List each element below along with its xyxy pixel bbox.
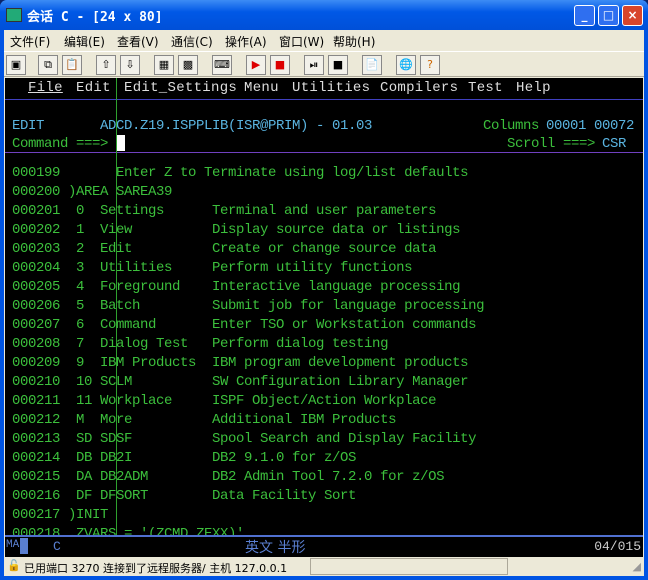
source-line[interactable]: 000206 5 Batch Submit job for language p… xyxy=(12,297,484,316)
source-line[interactable]: 000207 6 Command Enter TSO or Workstatio… xyxy=(12,316,476,335)
pause-macro-icon[interactable]: ■ xyxy=(328,55,348,75)
pd-menu[interactable]: Menu xyxy=(244,80,279,96)
menu-view[interactable]: 查看(V) xyxy=(117,33,159,50)
source-line[interactable]: 000210 10 SCLM SW Configuration Library … xyxy=(12,373,468,392)
source-line[interactable]: 000213 SD SDSF Spool Search and Display … xyxy=(12,430,476,449)
cursor-position: 04/015 xyxy=(594,539,641,554)
ime-status: 英文 半形 xyxy=(245,540,306,556)
connection-status: 已用端口 3270 连接到了远程服务器/ 主机 127.0.0.1 xyxy=(24,562,288,575)
source-line[interactable]: 000211 11 Workplace ISPF Object/Action W… xyxy=(12,392,436,411)
screen-settings-icon[interactable]: ▩ xyxy=(178,55,198,75)
source-line[interactable]: 000214 DB DB2I DB2 9.1.0 for z/OS xyxy=(12,449,356,468)
source-line[interactable]: 000209 9 IBM Products IBM program develo… xyxy=(12,354,468,373)
pd-utilities[interactable]: Utilities xyxy=(292,80,370,96)
globe-icon[interactable]: 🌐 xyxy=(396,55,416,75)
command-input[interactable] xyxy=(117,135,125,151)
menu-file[interactable]: 文件(F) xyxy=(10,33,50,50)
pd-edit-settings[interactable]: Edit_Settings xyxy=(124,80,237,96)
source-line[interactable]: 000199 Enter Z to Terminate using log/li… xyxy=(12,164,468,183)
menu-actions[interactable]: 操作(A) xyxy=(225,33,267,50)
display-icon[interactable]: ▣ xyxy=(6,55,26,75)
menu-bar: 文件(F) 编辑(E) 查看(V) 通信(C) 操作(A) 窗口(W) 帮助(H… xyxy=(4,30,644,50)
dataset-name: ADCD.Z19.ISPPLIB(ISR@PRIM) - 01.03 xyxy=(100,118,373,134)
receive-file-icon[interactable]: ⇩ xyxy=(120,55,140,75)
source-line[interactable]: 000203 2 Edit Create or change source da… xyxy=(12,240,436,259)
resize-grip[interactable]: ◢ xyxy=(633,560,641,573)
pd-help[interactable]: Help xyxy=(516,80,551,96)
columns-label: Columns xyxy=(483,118,540,134)
title-bar[interactable]: 会话 C - [24 x 80] _ □ × xyxy=(0,0,648,30)
oia-status: MA xyxy=(6,539,20,551)
edit-mode: EDIT xyxy=(12,118,45,134)
minimize-button[interactable]: _ xyxy=(574,5,595,26)
operator-info-area: MA C 英文 半形 04/015 xyxy=(5,535,643,557)
clipboard-icon[interactable]: 📄 xyxy=(362,55,382,75)
source-line[interactable]: 000205 4 Foreground Interactive language… xyxy=(12,278,460,297)
source-line[interactable]: 000212 M More Additional IBM Products xyxy=(12,411,396,430)
source-line[interactable]: 000208 7 Dialog Test Perform dialog test… xyxy=(12,335,388,354)
menu-window[interactable]: 窗口(W) xyxy=(279,33,324,50)
record-macro-icon[interactable]: ▶ xyxy=(246,55,266,75)
session-id: C xyxy=(53,539,61,554)
toolbar: ▣ ⧉ 📋 ⇧ ⇩ ▦ ▩ ⌨ ▶ ■ ⏯ ■ 📄 🌐 ? xyxy=(4,51,644,77)
pd-edit[interactable]: Edit xyxy=(76,80,111,96)
terminal-screen[interactable]: File Edit Edit_Settings Menu Utilities C… xyxy=(5,78,643,535)
menu-help[interactable]: 帮助(H) xyxy=(333,33,375,50)
source-line[interactable]: 000218 .ZVARS = '(ZCMD ZEXX)' xyxy=(12,525,244,535)
copy-icon[interactable]: ⧉ xyxy=(38,55,58,75)
status-pane xyxy=(310,558,508,575)
divider xyxy=(5,99,643,100)
source-line[interactable]: 000202 1 View Display source data or lis… xyxy=(12,221,460,240)
keyboard-icon[interactable]: ⌨ xyxy=(212,55,232,75)
source-line[interactable]: 000216 DF DFSORT Data Facility Sort xyxy=(12,487,356,506)
source-line[interactable]: 000204 3 Utilities Perform utility funct… xyxy=(12,259,412,278)
pd-test[interactable]: Test xyxy=(468,80,503,96)
pd-compilers[interactable]: Compilers xyxy=(380,80,458,96)
lock-icon: 🔓 xyxy=(7,559,21,572)
window-title: 会话 C - [24 x 80] xyxy=(27,10,163,25)
screen-icon[interactable]: ▦ xyxy=(154,55,174,75)
source-line[interactable]: 000217 )INIT xyxy=(12,506,108,525)
paste-icon[interactable]: 📋 xyxy=(62,55,82,75)
app-icon xyxy=(6,8,22,22)
columns-value: 00001 00072 xyxy=(546,118,635,134)
play-macro-icon[interactable]: ⏯ xyxy=(304,55,324,75)
menu-edit[interactable]: 编辑(E) xyxy=(64,33,105,50)
crosshair-horizontal xyxy=(5,152,643,153)
maximize-button[interactable]: □ xyxy=(598,5,619,26)
client-area: 文件(F) 编辑(E) 查看(V) 通信(C) 操作(A) 窗口(W) 帮助(H… xyxy=(4,30,644,576)
close-button[interactable]: × xyxy=(622,5,643,26)
source-line[interactable]: 000215 DA DB2ADM DB2 Admin Tool 7.2.0 fo… xyxy=(12,468,444,487)
source-line[interactable]: 000201 0 Settings Terminal and user para… xyxy=(12,202,436,221)
pd-file[interactable]: File xyxy=(28,80,63,96)
menu-communication[interactable]: 通信(C) xyxy=(171,33,213,50)
help-icon[interactable]: ? xyxy=(420,55,440,75)
send-file-icon[interactable]: ⇧ xyxy=(96,55,116,75)
emulator-window: 会话 C - [24 x 80] _ □ × 文件(F) 编辑(E) 查看(V)… xyxy=(0,0,648,580)
source-line[interactable]: 000200 )AREA SAREA39 xyxy=(12,183,172,202)
stop-macro-icon[interactable]: ■ xyxy=(270,55,290,75)
status-bar: 🔓 已用端口 3270 连接到了远程服务器/ 主机 127.0.0.1 ◢ xyxy=(4,557,644,576)
